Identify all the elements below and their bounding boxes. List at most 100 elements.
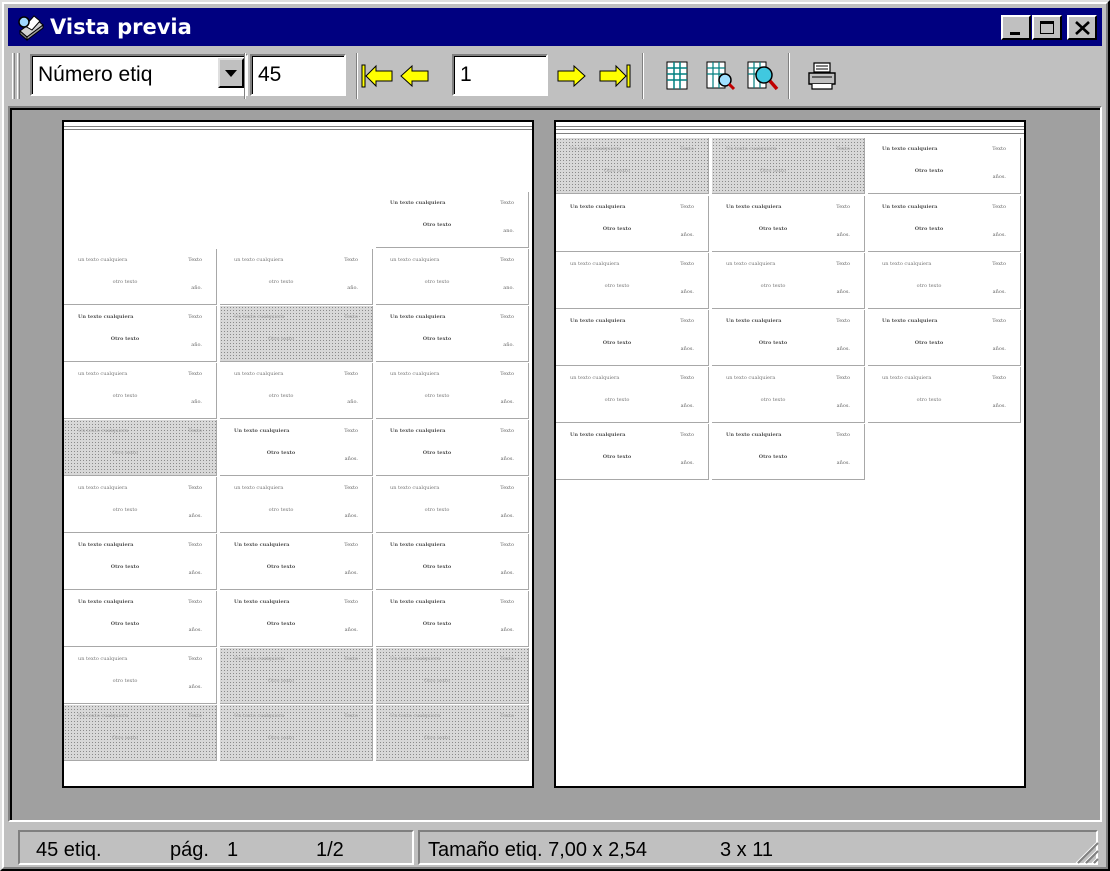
label-right-text: Texto [188,713,202,719]
minimize-icon [1010,32,1020,35]
label-line-1: Un texto cualquiera [78,542,134,548]
label-right-text: Texto [500,599,514,605]
label-right-ending: años. [188,570,202,576]
label-line-2: Otro texto [112,450,138,456]
grid-button[interactable] [660,58,694,94]
label-line-1: un texto cualquiera [234,257,284,263]
label-right-text: Texto [680,261,694,267]
first-page-button[interactable] [360,58,394,94]
label-right-ending: años. [836,460,850,466]
label-cell: Un texto cualquiera Otro texto Texto años. [220,420,373,476]
label-cell: un texto cualquiera otro texto Texto años. [64,648,217,704]
label-right-text: Texto [680,375,694,381]
label-right-text: Texto [188,485,202,491]
preview-page-1[interactable]: Un texto cualquiera Otro texto Texto ano. un… [62,120,534,788]
label-right-text: Texto [500,713,514,719]
status-panel-count: 45 etiq. pág. 1 1/2 [18,830,414,865]
label-right-text: Texto [500,314,514,320]
label-cell: un texto cualquiera otro texto Texto ano. [376,249,529,305]
label-right-ending: años. [500,456,514,462]
label-line-2: Otro texto [424,678,450,684]
label-line-2: Otro texto [268,678,294,684]
label-right-ending: años. [992,403,1006,409]
label-line-1: Un texto cualquiera [390,542,446,548]
label-line-2: Otro texto [758,226,788,232]
label-right-ending: año. [191,285,202,291]
last-page-button[interactable] [596,58,631,94]
label-line-2: Otro texto [424,735,450,741]
label-line-2: Otro texto [110,564,140,570]
previous-page-button[interactable] [398,58,432,94]
label-right-ending: años. [188,684,202,690]
label-cell: Un texto cualquiera Otro texto Texto [220,705,373,761]
label-line-2: otro texto [604,283,630,289]
field-select[interactable]: Número etiq [30,54,248,96]
next-page-button[interactable] [552,58,586,94]
label-right-text: Texto [344,656,358,662]
resize-grip-icon[interactable] [1070,835,1100,865]
label-line-1: Un texto cualquiera [882,318,938,324]
page-margin-line [64,129,532,130]
label-right-ending: años. [188,513,202,519]
label-number-input[interactable]: 45 [250,54,346,96]
label-right-text: Texto [500,371,514,377]
status-bar: 45 etiq. pág. 1 1/2 Tamaño etiq. 7,00 x … [8,828,1102,867]
label-line-1: un texto cualquiera [234,371,284,377]
label-line-2: Otro texto [268,735,294,741]
label-line-2: otro texto [760,397,786,403]
label-right-text: Texto [500,542,514,548]
label-line-2: Otro texto [266,564,296,570]
label-line-2: Otro texto [110,336,140,342]
zoom-detail-button[interactable] [744,58,779,94]
label-line-2: otro texto [268,507,294,513]
status-panel-size: Tamaño etiq. 7,00 x 2,54 3 x 11 [418,830,1098,865]
maximize-button[interactable] [1032,15,1062,40]
label-cell: Un texto cualquiera Otro texto Texto años. [64,591,217,647]
label-line-2: otro texto [424,507,450,513]
label-line-2: Otro texto [268,336,294,342]
label-line-2: Otro texto [422,222,452,228]
label-right-ending: años. [680,403,694,409]
toolbar-separator [642,53,644,99]
preview-area[interactable]: Un texto cualquiera Otro texto Texto ano. un… [8,106,1102,822]
label-right-ending: año. [191,342,202,348]
label-line-2: Otro texto [602,454,632,460]
label-right-ending: año. [191,399,202,405]
label-line-1: Un texto cualquiera [78,428,129,434]
toolbar-grip[interactable] [12,53,15,99]
label-line-1: Un texto cualquiera [390,656,441,662]
minimize-button[interactable] [1001,15,1031,40]
label-line-2: otro texto [760,283,786,289]
toolbar-grip[interactable] [17,53,20,99]
close-button[interactable] [1067,15,1097,40]
label-right-ending: años. [992,174,1006,180]
title-bar[interactable]: Vista previa [8,8,1102,46]
label-cell: Un texto cualquiera Otro texto Texto año. [376,306,529,362]
label-cell: Un texto cualquiera Otro texto Texto años. [712,424,865,480]
label-right-ending: año. [347,399,358,405]
preview-canvas: Un texto cualquiera Otro texto Texto ano. un… [10,108,1100,820]
preview-page-2[interactable]: Un texto cualquiera Otro texto Texto Un tex… [554,120,1026,788]
printer-magnifier-icon[interactable] [16,13,46,42]
label-right-text: Texto [992,318,1006,324]
label-cell: Un texto cualquiera Otro texto Texto [376,648,529,704]
zoom-page-button[interactable] [702,58,736,94]
label-line-1: Un texto cualquiera [390,314,446,320]
page-input[interactable]: 1 [452,54,548,96]
label-line-1: Un texto cualquiera [726,146,777,152]
dropdown-button[interactable] [218,58,244,88]
label-cell: un texto cualquiera otro texto Texto años. [64,477,217,533]
label-line-2: otro texto [268,279,294,285]
maximize-icon [1040,21,1054,34]
last-page-arrow-icon [599,64,631,88]
label-line-1: Un texto cualquiera [390,713,441,719]
label-line-1: un texto cualquiera [78,485,128,491]
toolbar: Número etiq 45 1 [8,50,1102,102]
label-cell: Un texto cualquiera Otro texto Texto años. [712,310,865,366]
label-right-text: Texto [500,200,514,206]
label-line-1: Un texto cualquiera [390,428,446,434]
label-line-2: Otro texto [758,340,788,346]
print-button[interactable] [804,58,838,94]
label-right-text: Texto [836,375,850,381]
field-select-value: Número etiq [38,63,153,86]
